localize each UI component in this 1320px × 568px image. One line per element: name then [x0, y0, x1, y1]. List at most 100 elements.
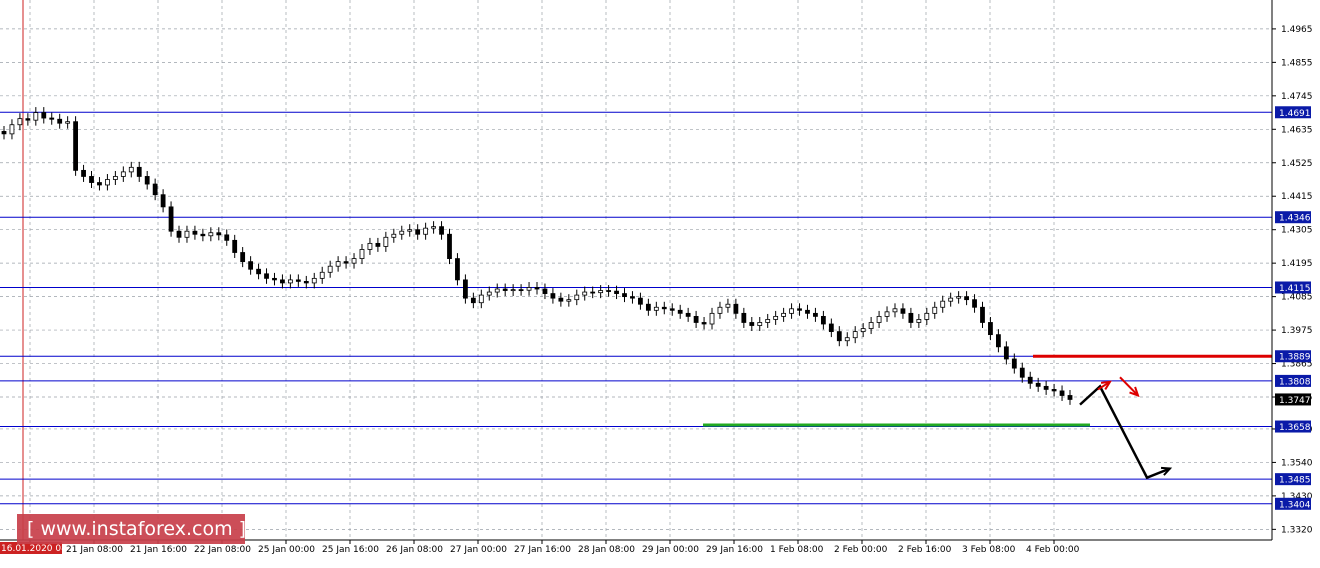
- level-price-label: 1.4691: [1279, 109, 1311, 119]
- candle-body: [789, 308, 794, 314]
- candle-body: [510, 289, 516, 292]
- candle-body: [272, 277, 277, 281]
- candle-body: [709, 312, 715, 325]
- candle-body: [677, 309, 683, 314]
- candle-body: [820, 315, 826, 325]
- time-tick-label: 27 Jan 00:00: [450, 545, 507, 555]
- candle-body: [733, 303, 739, 314]
- candle-body: [287, 279, 293, 284]
- time-tick-label: 29 Jan 16:00: [706, 545, 763, 555]
- candle-body: [240, 252, 246, 263]
- candle-body: [319, 271, 325, 279]
- candle-body: [486, 291, 492, 296]
- time-tick-label: 27 Jan 16:00: [514, 545, 571, 555]
- candle-body: [97, 182, 102, 186]
- chart-svg: 1.4965 1.4855 1.4745 1.4635 1.4525 1.4415 1.43…: [0, 0, 1320, 564]
- price-tick-label: 1.4745: [1281, 92, 1313, 102]
- candle-body: [1, 131, 7, 135]
- price-tick-label: 1.4965: [1281, 25, 1313, 35]
- candle-body: [685, 312, 691, 317]
- candle-body: [606, 290, 611, 292]
- price-tick-label: 1.4855: [1281, 58, 1313, 68]
- candle-body: [582, 291, 588, 296]
- candle-body: [439, 226, 444, 235]
- candle-body: [41, 112, 47, 119]
- candle-body: [590, 291, 596, 294]
- level-price-label: 1.3404: [1279, 500, 1311, 510]
- candle-body: [1035, 382, 1041, 387]
- candle-body: [160, 194, 166, 208]
- candle-body: [574, 294, 580, 301]
- time-tick-label: 4 Feb 00:00: [1026, 545, 1080, 555]
- price-tick-label: 1.4635: [1281, 125, 1313, 135]
- level-price-label: 1.4115: [1279, 284, 1311, 294]
- candle-body: [152, 183, 158, 196]
- candle-body: [343, 261, 349, 264]
- candle-body: [630, 296, 635, 299]
- candle-body: [105, 179, 110, 186]
- candle-body: [232, 239, 238, 253]
- price-tick-label: 1.3540: [1281, 458, 1313, 468]
- candle-body: [550, 293, 556, 299]
- candle-body: [1051, 389, 1057, 392]
- candle-body: [208, 232, 214, 237]
- candle-body: [447, 233, 452, 259]
- candle-body: [566, 299, 572, 302]
- candle-body: [176, 230, 182, 238]
- candle-body: [980, 306, 985, 323]
- candle-body: [89, 176, 94, 183]
- level-price-label: 1.3808: [1279, 377, 1311, 387]
- candle-body: [669, 308, 675, 311]
- candle-body: [311, 277, 317, 284]
- candle-body: [502, 288, 508, 291]
- candle-body: [494, 288, 500, 293]
- watermark-bracket-right: ]: [238, 518, 247, 540]
- candle-body: [295, 279, 301, 282]
- time-tick-label: 21 Jan 16:00: [130, 545, 187, 555]
- current-price-label: 1.3747: [1279, 396, 1311, 406]
- level-price-label: 1.3658: [1279, 423, 1311, 433]
- candle-body: [956, 296, 962, 299]
- time-tick-label: 1 Feb 08:00: [770, 545, 824, 555]
- candle-body: [367, 242, 373, 250]
- candle-body: [836, 331, 842, 342]
- candle-body: [813, 312, 818, 317]
- candle-body: [81, 169, 86, 177]
- candle-body: [542, 288, 548, 294]
- candle-body: [200, 233, 206, 237]
- candle-body: [868, 322, 874, 329]
- candle-body: [359, 249, 365, 259]
- candle-body: [351, 258, 357, 264]
- price-tick-label: 1.4305: [1281, 226, 1313, 236]
- candle-body: [399, 230, 405, 235]
- candle-body: [73, 121, 78, 171]
- candle-body: [65, 121, 71, 124]
- candle-body: [1059, 390, 1065, 396]
- price-tick-label: 1.4085: [1281, 293, 1313, 303]
- candle-body: [534, 287, 540, 290]
- candle-body: [1043, 385, 1049, 390]
- candle-body: [693, 315, 699, 323]
- price-tick-label: 1.4415: [1281, 192, 1313, 202]
- candle-body: [17, 118, 23, 126]
- time-tick-label: 21 Jan 08:00: [66, 545, 123, 555]
- candle-body: [144, 176, 150, 185]
- time-tick-label: 22 Jan 08:00: [194, 545, 251, 555]
- candle-body: [661, 306, 667, 310]
- candle-body: [375, 242, 381, 247]
- candle-body: [765, 319, 771, 323]
- candle-body: [216, 232, 222, 236]
- price-chart: 1.4965 1.4855 1.4745 1.4635 1.4525 1.4415 1.43…: [0, 0, 1320, 564]
- candle-body: [598, 290, 604, 294]
- price-tick-label: 1.3975: [1281, 326, 1313, 336]
- candle-body: [526, 287, 532, 291]
- candle-body: [844, 337, 850, 342]
- candle-body: [57, 118, 63, 124]
- candle-body: [1027, 376, 1033, 384]
- candle-body: [407, 229, 413, 232]
- candle-body: [9, 124, 15, 135]
- candle-body: [168, 206, 174, 232]
- candle-body: [184, 230, 190, 238]
- candle-body: [972, 299, 977, 308]
- candle-body: [248, 261, 254, 270]
